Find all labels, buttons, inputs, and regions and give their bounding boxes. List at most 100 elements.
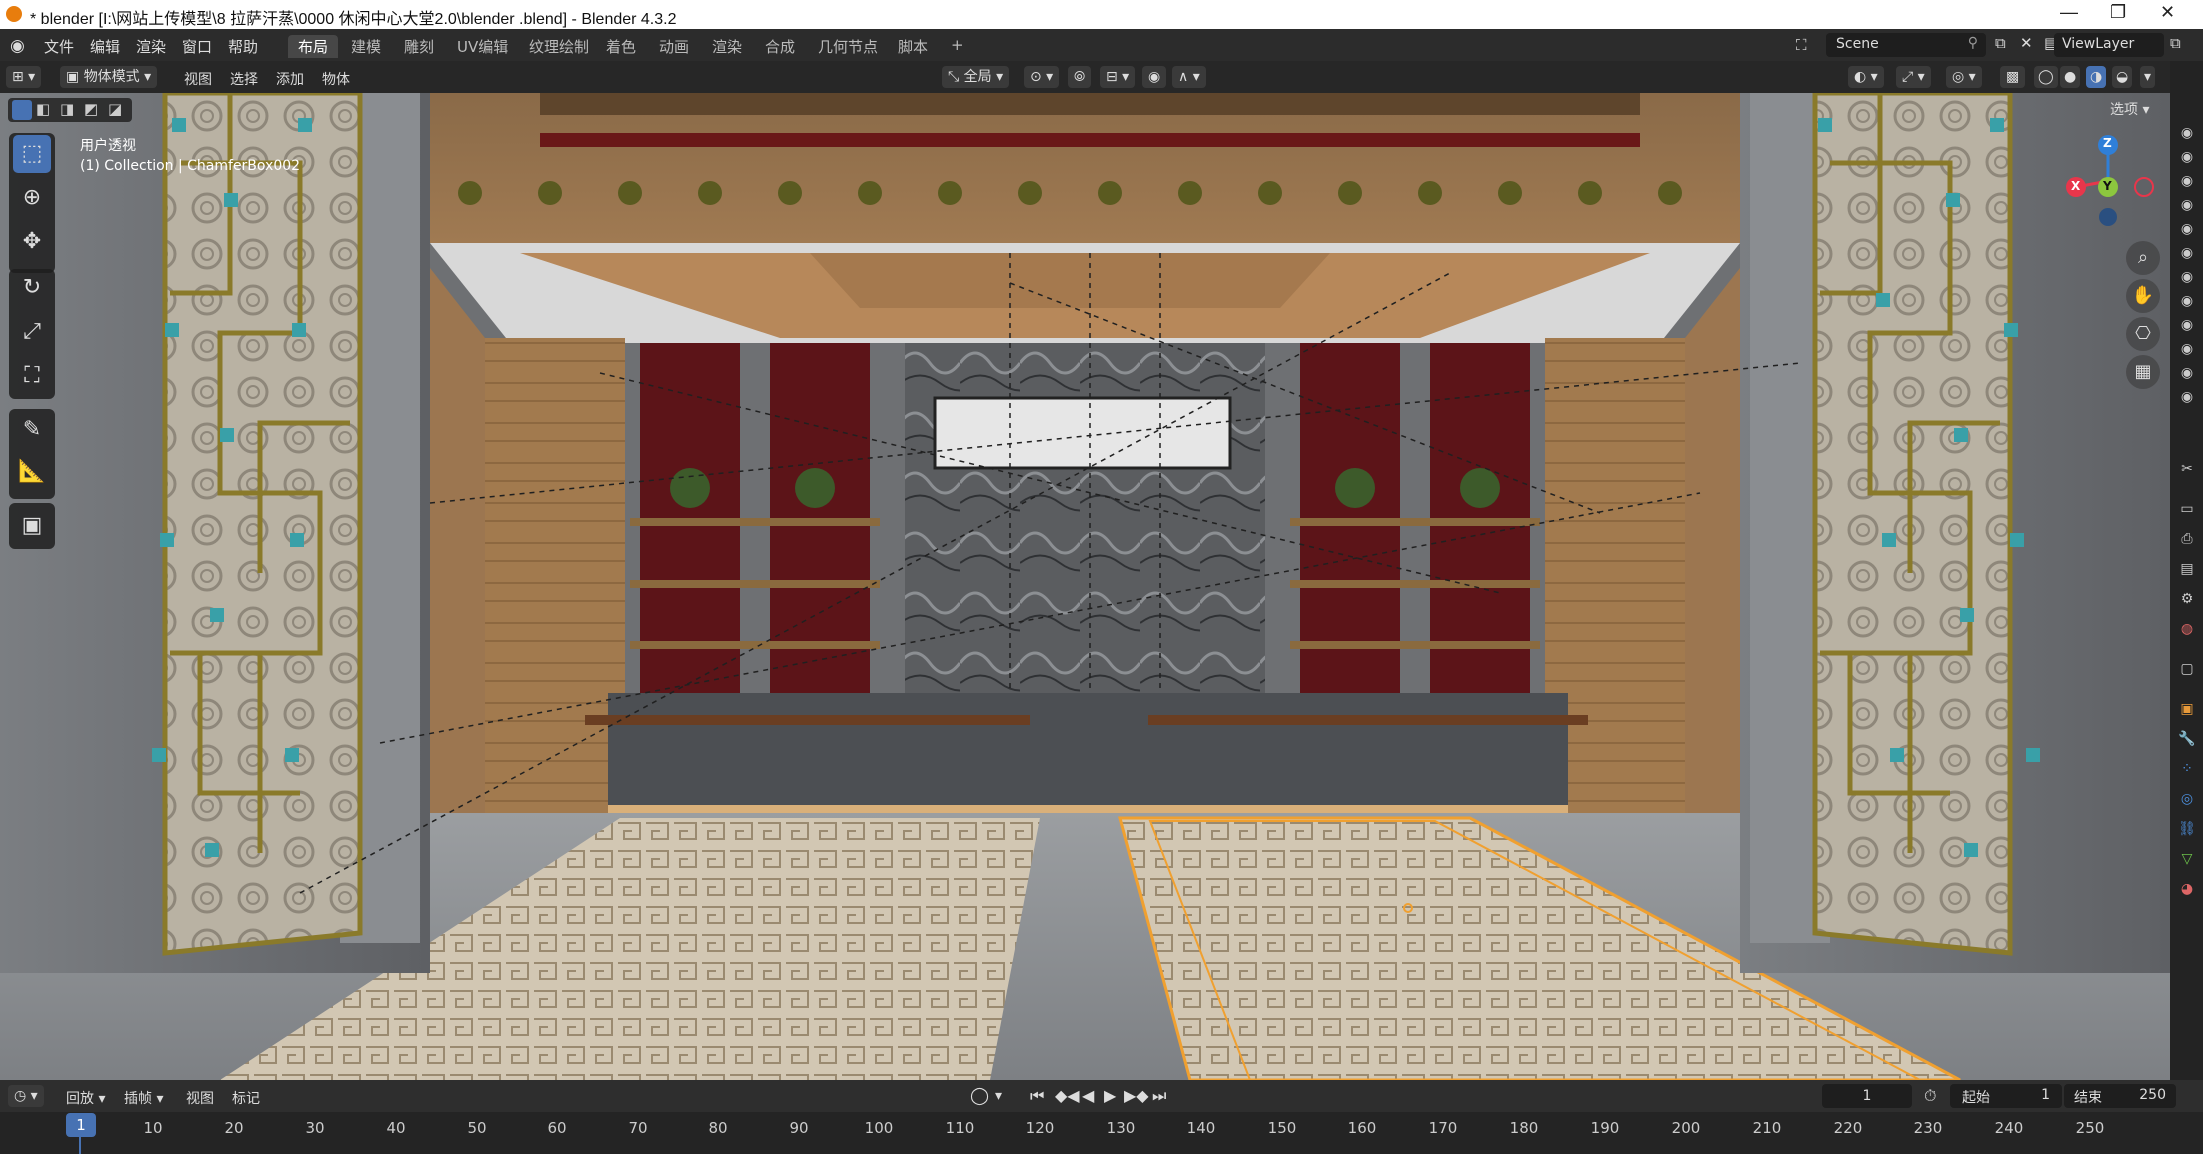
ortho-toggle-icon[interactable]: ▦ bbox=[2126, 355, 2160, 389]
jump-end-icon[interactable]: ⏭ bbox=[1152, 1086, 1166, 1106]
pivot-point-button[interactable]: ⊙ ▾ bbox=[1024, 66, 1060, 88]
select-box-tool-icon[interactable]: ⬚ bbox=[13, 135, 51, 173]
orientation-selector[interactable]: ⤡ 全局 ▾ bbox=[942, 66, 1010, 88]
preview-range-icon[interactable]: ⏱ bbox=[1924, 1086, 1936, 1106]
camera-visibility-icon[interactable]: ◉ bbox=[2178, 293, 2196, 311]
camera-visibility-icon[interactable]: ◉ bbox=[2178, 245, 2196, 263]
tool-properties-icon[interactable]: ✂ bbox=[2178, 461, 2196, 479]
tab-scripting[interactable]: 脚本 bbox=[888, 35, 938, 58]
blender-menu-icon[interactable]: ◉ bbox=[10, 36, 25, 56]
material-properties-icon[interactable]: ◕ bbox=[2178, 881, 2196, 899]
tab-layout[interactable]: 布局 bbox=[288, 35, 339, 58]
shading-solid-icon[interactable]: ● bbox=[2060, 66, 2081, 88]
tab-shading[interactable]: 着色 bbox=[596, 35, 646, 58]
camera-visibility-icon[interactable]: ◉ bbox=[2178, 389, 2196, 407]
camera-visibility-icon[interactable]: ◉ bbox=[2178, 197, 2196, 215]
select-subtract-icon[interactable]: ◨ bbox=[60, 100, 74, 118]
jump-next-keyframe-icon[interactable]: ▶◆ bbox=[1124, 1086, 1149, 1105]
close-icon[interactable]: ✕ bbox=[2160, 2, 2175, 23]
collection-properties-icon[interactable]: ▢ bbox=[2178, 661, 2196, 679]
add-workspace-button[interactable]: + bbox=[941, 35, 974, 55]
snap-target-button[interactable]: ⊟ ▾ bbox=[1100, 66, 1136, 88]
menu-timeline-view[interactable]: 视图 bbox=[186, 1088, 214, 1108]
data-properties-icon[interactable]: ▽ bbox=[2178, 851, 2196, 869]
menu-keying[interactable]: 插帧 ▾ bbox=[124, 1088, 163, 1108]
add-cube-tool-icon[interactable]: ▣ bbox=[13, 507, 51, 545]
timeline-editor-type-button[interactable]: ◷ ▾ bbox=[8, 1085, 44, 1107]
transform-tool-icon[interactable]: ⛶ bbox=[13, 357, 51, 395]
render-properties-icon[interactable]: ▭ bbox=[2178, 501, 2196, 519]
select-new-icon[interactable] bbox=[12, 100, 32, 120]
menu-add[interactable]: 添加 bbox=[276, 69, 304, 89]
scale-tool-icon[interactable]: ⤢ bbox=[13, 313, 51, 351]
zoom-icon[interactable]: ⌕ bbox=[2126, 241, 2160, 275]
navigation-gizmo[interactable]: Z X Y bbox=[2060, 133, 2156, 229]
move-tool-icon[interactable]: ✥ bbox=[13, 223, 51, 261]
tab-geometry-nodes[interactable]: 几何节点 bbox=[808, 35, 888, 58]
menu-render[interactable]: 渲染 bbox=[136, 36, 166, 57]
world-properties-icon[interactable]: ◍ bbox=[2178, 621, 2196, 639]
current-frame-field[interactable]: 1 bbox=[1822, 1084, 1912, 1108]
snap-toggle-icon[interactable]: ⦾ bbox=[1068, 66, 1092, 88]
shading-material-icon[interactable]: ◑ bbox=[2086, 66, 2107, 88]
new-scene-icon[interactable]: ⧉ bbox=[1995, 34, 2006, 52]
scene-selector[interactable]: Scene ⚲ bbox=[1826, 33, 1986, 57]
falloff-icon[interactable]: ∧ ▾ bbox=[1172, 66, 1206, 88]
tab-texture-paint[interactable]: 纹理绘制 bbox=[519, 35, 599, 58]
editor-type-button[interactable]: ⊞ ▾ bbox=[6, 66, 42, 88]
menu-playback[interactable]: 回放 ▾ bbox=[66, 1088, 105, 1108]
visibility-button[interactable]: ◐ ▾ bbox=[1848, 66, 1884, 88]
3d-viewport[interactable]: 用户透视 (1) Collection | ChamferBox002 ◧ ◨ … bbox=[0, 93, 2170, 1080]
scene-icon[interactable]: ⛶ bbox=[1796, 36, 1807, 54]
auto-keying-icon[interactable]: ◯ bbox=[970, 1086, 989, 1106]
tab-animation[interactable]: 动画 bbox=[649, 35, 699, 58]
tab-uv-editing[interactable]: UV编辑 bbox=[447, 35, 518, 58]
mode-selector[interactable]: ▣ 物体模式 ▾ bbox=[60, 66, 158, 88]
gizmo-toggle-icon[interactable]: ⤢ ▾ bbox=[1896, 66, 1931, 88]
menu-select[interactable]: 选择 bbox=[230, 69, 258, 89]
camera-visibility-icon[interactable]: ◉ bbox=[2178, 269, 2196, 287]
end-frame-field[interactable]: 结束 250 bbox=[2064, 1084, 2176, 1108]
tab-rendering[interactable]: 渲染 bbox=[702, 35, 752, 58]
measure-tool-icon[interactable]: 📐 bbox=[13, 453, 51, 491]
options-menu[interactable]: 选项 ▾ bbox=[2110, 99, 2149, 119]
select-extend-icon[interactable]: ◧ bbox=[36, 100, 50, 118]
select-intersect-icon[interactable]: ◪ bbox=[108, 100, 122, 118]
select-invert-icon[interactable]: ◩ bbox=[84, 100, 98, 118]
particles-properties-icon[interactable]: ⁘ bbox=[2178, 761, 2196, 779]
playhead-frame[interactable]: 1 bbox=[66, 1113, 96, 1137]
new-view-layer-icon[interactable]: ⧉ bbox=[2170, 34, 2181, 52]
remove-scene-icon[interactable]: ✕ bbox=[2020, 34, 2033, 52]
menu-help[interactable]: 帮助 bbox=[228, 36, 258, 57]
tab-compositing[interactable]: 合成 bbox=[755, 35, 805, 58]
camera-visibility-icon[interactable]: ◉ bbox=[2178, 125, 2196, 143]
cursor-tool-icon[interactable]: ⊕ bbox=[13, 179, 51, 217]
annotate-tool-icon[interactable]: ✎ bbox=[13, 411, 51, 449]
pin-icon[interactable]: ⚲ bbox=[1968, 35, 1978, 51]
object-properties-icon[interactable]: ▣ bbox=[2178, 701, 2196, 719]
timeline-ruler[interactable]: 10 20 30 40 50 60 70 80 90 100 110 120 1… bbox=[0, 1112, 2203, 1154]
jump-prev-keyframe-icon[interactable]: ◆◀ bbox=[1055, 1086, 1080, 1105]
output-properties-icon[interactable]: ⎙ bbox=[2178, 531, 2196, 549]
tab-sculpting[interactable]: 雕刻 bbox=[394, 35, 444, 58]
camera-visibility-icon[interactable]: ◉ bbox=[2178, 149, 2196, 167]
overlay-toggle-icon[interactable]: ◎ ▾ bbox=[1946, 66, 1982, 88]
tab-modeling[interactable]: 建模 bbox=[341, 35, 391, 58]
jump-start-icon[interactable]: ⏮ bbox=[1030, 1086, 1044, 1106]
xray-toggle-icon[interactable]: ▩ bbox=[2000, 66, 2026, 88]
keying-set-icon[interactable]: ▾ bbox=[995, 1088, 1002, 1104]
camera-visibility-icon[interactable]: ◉ bbox=[2178, 221, 2196, 239]
shading-wireframe-icon[interactable]: ◯ bbox=[2034, 66, 2058, 88]
menu-file[interactable]: 文件 bbox=[44, 36, 74, 57]
menu-view[interactable]: 视图 bbox=[184, 69, 212, 89]
camera-view-icon[interactable]: ⎔ bbox=[2126, 317, 2160, 351]
shading-options-icon[interactable]: ▾ bbox=[2140, 66, 2156, 88]
view-layer-properties-icon[interactable]: ▤ bbox=[2178, 561, 2196, 579]
constraints-properties-icon[interactable]: ⛓ bbox=[2178, 821, 2196, 839]
camera-visibility-icon[interactable]: ◉ bbox=[2178, 365, 2196, 383]
pan-hand-icon[interactable]: ✋ bbox=[2126, 279, 2160, 313]
menu-window[interactable]: 窗口 bbox=[182, 36, 212, 57]
camera-visibility-icon[interactable]: ◉ bbox=[2178, 317, 2196, 335]
start-frame-field[interactable]: 起始 1 bbox=[1950, 1084, 2062, 1108]
menu-edit[interactable]: 编辑 bbox=[90, 36, 120, 57]
